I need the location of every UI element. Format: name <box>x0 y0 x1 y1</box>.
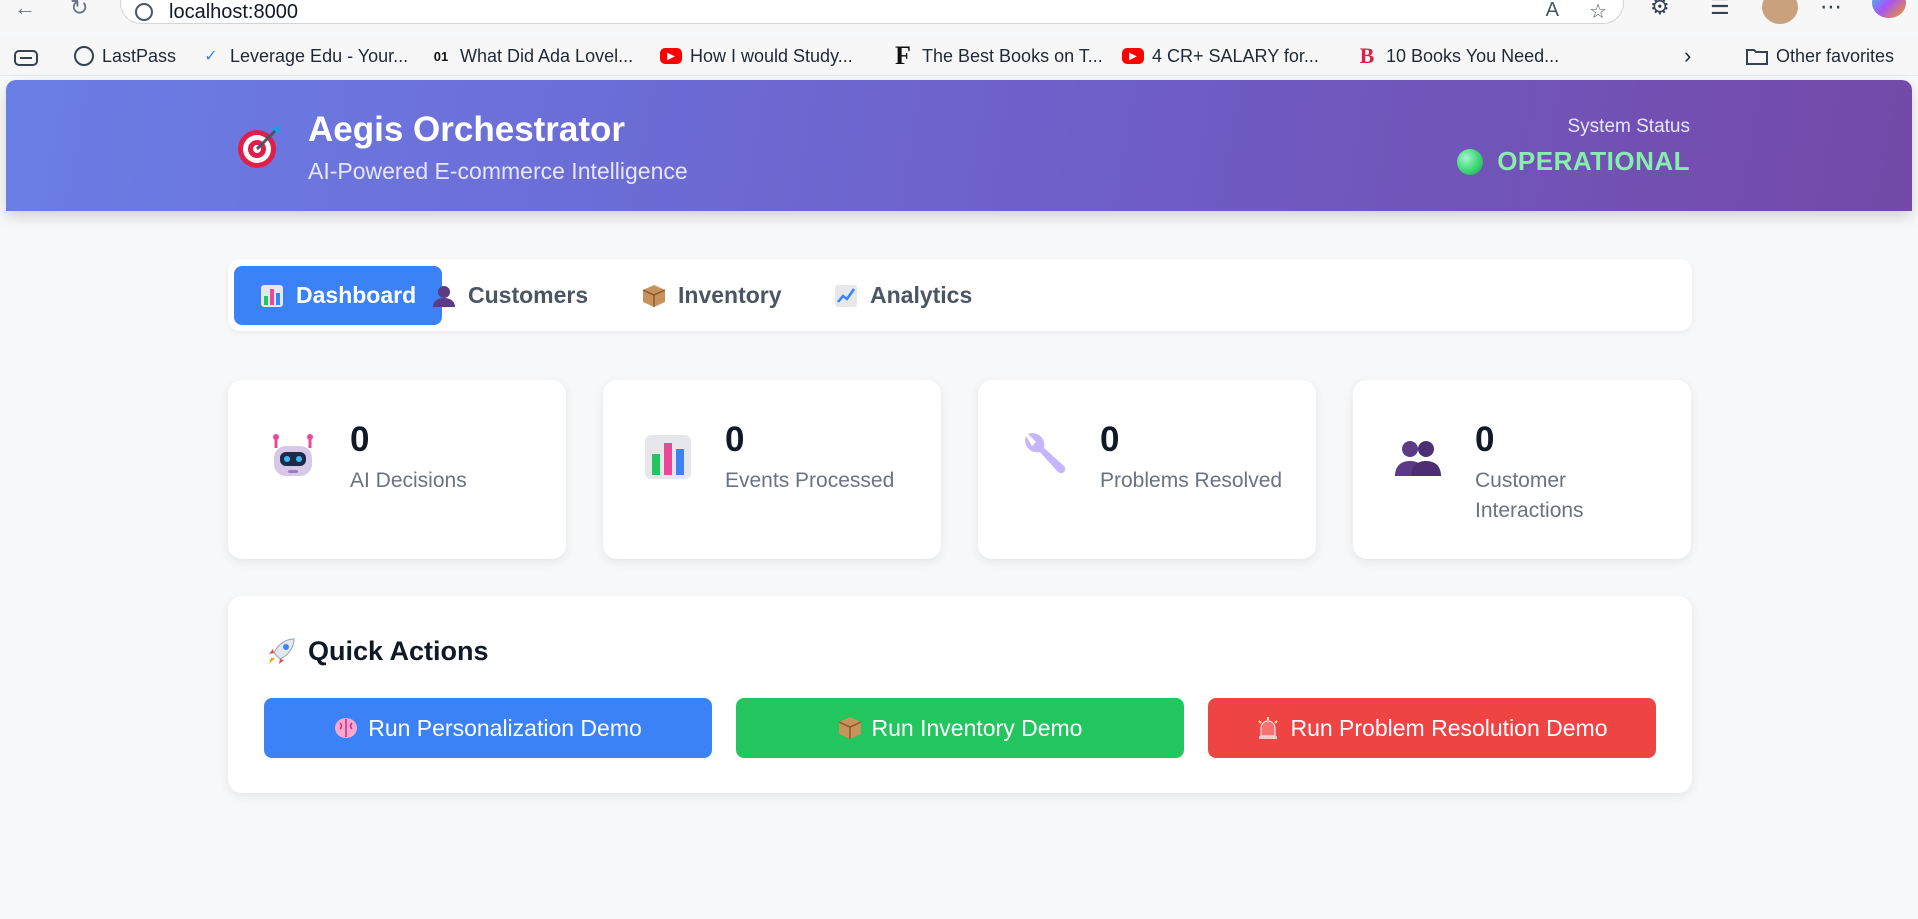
youtube-icon: ▶ <box>660 48 682 64</box>
status-value: OPERATIONAL <box>1497 146 1690 176</box>
tab-actions-icon[interactable] <box>14 46 38 70</box>
bar-chart-icon <box>645 435 691 479</box>
bookmark-item[interactable]: F The Best Books on T... <box>892 41 1103 70</box>
stat-label: Customer Interactions <box>1475 469 1584 522</box>
bookmark-label: What Did Ada Lovel... <box>460 45 634 66</box>
app-subtitle: AI-Powered E-commerce Intelligence <box>308 158 688 184</box>
users-icon <box>1395 441 1441 476</box>
stat-value: 0 <box>350 420 370 459</box>
site-info-icon[interactable] <box>135 3 153 21</box>
bookmark-label: How I would Study... <box>690 45 853 66</box>
read-aloud-icon[interactable]: A <box>1546 0 1559 22</box>
stat-card-customer-interactions: 0 Customer Interactions <box>1353 380 1691 559</box>
status-indicator-icon <box>1457 148 1484 175</box>
package-icon <box>838 716 862 740</box>
more-menu-icon[interactable]: ⋯ <box>1820 0 1842 20</box>
stat-value: 0 <box>725 420 745 459</box>
button-label: Run Problem Resolution Demo <box>1290 714 1608 741</box>
run-problem-resolution-demo-button[interactable]: Run Problem Resolution Demo <box>1208 698 1656 758</box>
bookmark-item[interactable]: 01 What Did Ada Lovel... <box>430 44 633 68</box>
run-personalization-demo-button[interactable]: Run Personalization Demo <box>264 698 712 758</box>
bookmark-item[interactable]: LastPass <box>74 44 176 68</box>
stat-card-ai-decisions: 0 AI Decisions <box>228 380 566 559</box>
stat-card-events-processed: 0 Events Processed <box>603 380 941 559</box>
stat-label: AI Decisions <box>350 469 467 492</box>
bookmark-item[interactable]: ▶ How I would Study... <box>660 44 853 68</box>
address-bar[interactable]: localhost:8000 A ☆ <box>120 0 1624 24</box>
trend-chart-icon <box>834 284 858 308</box>
quick-actions-header: Quick Actions <box>266 636 489 667</box>
bookmark-item[interactable]: B 10 Books You Need... <box>1356 43 1560 68</box>
quick-actions-title: Quick Actions <box>308 636 489 666</box>
bar-chart-icon <box>260 284 284 308</box>
favorites-list-icon[interactable]: ☰ <box>1710 0 1730 20</box>
system-status: OPERATIONAL <box>1457 146 1690 177</box>
bookmark-label: 4 CR+ SALARY for... <box>1152 45 1319 66</box>
back-icon[interactable]: ← <box>14 0 36 19</box>
stat-value: 0 <box>1475 420 1495 459</box>
bookmark-label: The Best Books on T... <box>922 45 1103 66</box>
other-favorites[interactable]: Other favorites <box>1746 44 1894 68</box>
b-logo-icon: B <box>1359 43 1375 68</box>
folder-icon <box>1746 46 1768 66</box>
brain-icon <box>334 717 358 739</box>
tab-bar: Dashboard Customers Inventory Analytics <box>228 259 1692 331</box>
quick-actions-panel: Quick Actions Run Personalization Demo R… <box>228 596 1692 793</box>
run-inventory-demo-button[interactable]: Run Inventory Demo <box>736 698 1184 758</box>
bookmark-item[interactable]: ✓ Leverage Edu - Your... <box>200 44 408 68</box>
ada-icon: 01 <box>433 48 449 64</box>
bookmark-label: 10 Books You Need... <box>1386 45 1560 66</box>
leverage-icon: ✓ <box>204 48 218 65</box>
button-label: Run Inventory Demo <box>871 714 1083 741</box>
tab-label: Dashboard <box>296 282 417 308</box>
stat-label: Problems Resolved <box>1100 469 1283 492</box>
bookmark-item[interactable]: ▶ 4 CR+ SALARY for... <box>1122 44 1319 68</box>
bookmark-label: Leverage Edu - Your... <box>230 45 409 66</box>
siren-icon <box>1256 716 1280 740</box>
tab-inventory[interactable]: Inventory <box>616 266 808 325</box>
user-icon <box>432 284 456 308</box>
tab-customers[interactable]: Customers <box>406 266 614 325</box>
stat-label: Events Processed <box>725 469 895 492</box>
tab-analytics[interactable]: Analytics <box>808 266 998 325</box>
button-label: Run Personalization Demo <box>368 714 642 741</box>
favorite-star-icon[interactable]: ☆ <box>1589 0 1607 24</box>
tab-label: Customers <box>468 282 589 308</box>
tab-label: Inventory <box>678 282 782 308</box>
system-status-label: System Status <box>1567 116 1691 137</box>
stat-card-problems-resolved: 0 Problems Resolved <box>978 380 1316 559</box>
copilot-icon[interactable] <box>1872 0 1906 18</box>
stat-value: 0 <box>1100 420 1120 459</box>
other-favorites-label: Other favorites <box>1776 45 1895 66</box>
f-logo-icon: F <box>895 41 911 70</box>
bookmark-label: LastPass <box>102 45 177 66</box>
profile-avatar[interactable] <box>1762 0 1798 24</box>
app-header: Aegis Orchestrator AI-Powered E-commerce… <box>6 80 1912 211</box>
robot-icon <box>273 434 313 476</box>
chevron-right-icon[interactable]: › <box>1684 43 1691 68</box>
youtube-icon: ▶ <box>1122 48 1144 64</box>
package-icon <box>642 284 666 308</box>
tab-label: Analytics <box>870 282 973 308</box>
url-text[interactable]: localhost:8000 <box>169 1 298 24</box>
globe-icon <box>74 46 94 66</box>
rocket-icon <box>269 637 295 664</box>
bookmarks-bar: LastPass ✓ Leverage Edu - Your... 01 Wha… <box>0 36 1918 76</box>
target-icon <box>238 126 280 168</box>
wrench-icon <box>1025 433 1066 474</box>
app-title: Aegis Orchestrator <box>308 110 626 149</box>
browser-toolbar: ← ↻ localhost:8000 A ☆ ⚙ ☰ ⋯ <box>0 0 1918 32</box>
extensions-icon[interactable]: ⚙ <box>1650 0 1670 20</box>
reload-icon[interactable]: ↻ <box>70 0 88 19</box>
